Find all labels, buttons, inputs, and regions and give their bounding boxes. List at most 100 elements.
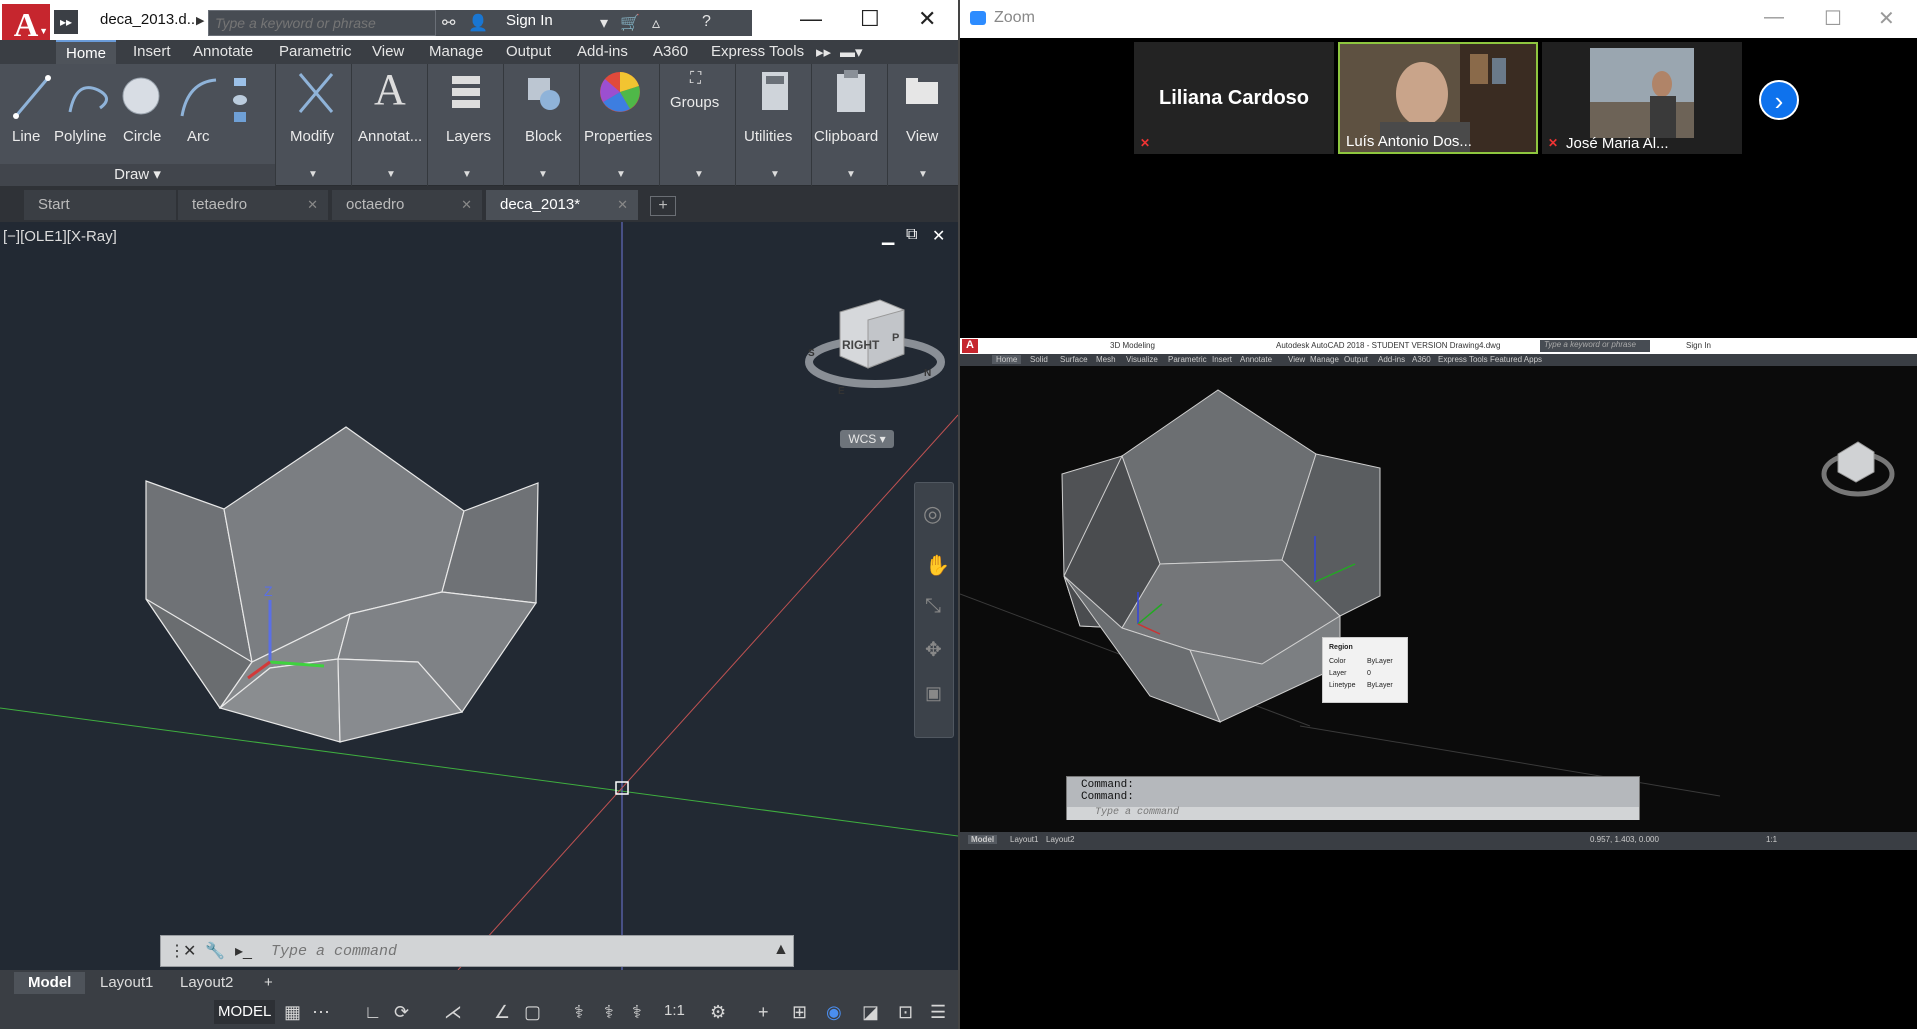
model-space-toggle[interactable]: MODEL xyxy=(214,1000,276,1024)
ortho-icon[interactable]: ∟ xyxy=(364,1002,382,1023)
close-tab-icon[interactable]: ✕ xyxy=(617,190,628,220)
minimize-icon[interactable]: — xyxy=(800,6,822,32)
sign-in-link[interactable]: Sign In xyxy=(506,12,553,29)
ribbon-overflow-icon[interactable]: ▸▸ xyxy=(816,43,831,61)
compass-south[interactable]: S xyxy=(808,348,815,359)
annotation-button[interactable]: Annotat... xyxy=(358,128,422,145)
annotation-panel[interactable]: A Annotat... ▼ xyxy=(352,64,428,186)
zoom-maximize-icon[interactable]: ☐ xyxy=(1824,6,1842,31)
clean-screen-icon[interactable]: ⊡ xyxy=(898,1002,913,1023)
tab-parametric[interactable]: Parametric xyxy=(279,43,352,60)
customize-wrench-icon[interactable]: 🔧 xyxy=(205,941,225,961)
file-tab-octaedro[interactable]: octaedro ✕ xyxy=(332,190,482,220)
compass-north[interactable]: N xyxy=(924,368,931,379)
shared-screen[interactable]: A 3D Modeling Autodesk AutoCAD 2018 - ST… xyxy=(960,338,1917,852)
quick-access-more-icon[interactable]: ▸▸ xyxy=(54,10,78,34)
polyline-button[interactable]: Polyline xyxy=(54,128,107,145)
tab-view[interactable]: View xyxy=(372,43,404,60)
search-input[interactable] xyxy=(209,11,435,35)
clipboard-panel[interactable]: Clipboard ▼ xyxy=(812,64,888,186)
drawing-viewport[interactable]: [−][OLE1][X-Ray] ▁ ⧉ ✕ Z RIGHT P S E N W… xyxy=(0,222,958,970)
command-input[interactable] xyxy=(271,939,671,963)
auto-scale-icon[interactable]: ⚕ xyxy=(604,1002,614,1023)
annotation-visibility-icon[interactable]: ⚕ xyxy=(574,1002,584,1023)
properties-button[interactable]: Properties xyxy=(584,128,652,145)
wcs-menu[interactable]: WCS ▾ xyxy=(840,430,894,448)
block-button[interactable]: Block xyxy=(525,128,562,145)
layout-tab-model[interactable]: Model xyxy=(14,972,86,994)
utilities-panel[interactable]: Utilities ▼ xyxy=(736,64,812,186)
layers-panel[interactable]: Layers ▼ xyxy=(428,64,504,186)
annotation-monitor-icon[interactable]: + xyxy=(758,1002,769,1023)
clipboard-dropdown-icon[interactable]: ▼ xyxy=(846,169,856,180)
modify-panel[interactable]: Modify ▼ xyxy=(276,64,352,186)
quick-properties-icon[interactable]: ◉ xyxy=(826,1002,842,1023)
zoom-minimize-icon[interactable]: — xyxy=(1764,6,1784,29)
groups-dropdown-icon[interactable]: ▼ xyxy=(694,169,704,180)
close-command-line-icon[interactable]: ✕ xyxy=(183,941,196,961)
steering-wheel-icon[interactable]: ◎ xyxy=(923,501,942,527)
layers-dropdown-icon[interactable]: ▼ xyxy=(462,169,472,180)
add-layout-icon[interactable]: + xyxy=(250,972,287,994)
new-tab-button[interactable]: + xyxy=(650,196,676,216)
signin-dropdown-icon[interactable]: ▾ xyxy=(600,13,608,33)
tab-a360[interactable]: A360 xyxy=(653,43,688,60)
layers-button[interactable]: Layers xyxy=(446,128,491,145)
modify-button[interactable]: Modify xyxy=(290,128,334,145)
groups-panel[interactable]: ⛶ Groups ▼ xyxy=(660,64,736,186)
circle-button[interactable]: Circle xyxy=(123,128,161,145)
command-prompt-icon[interactable]: ▸_ xyxy=(235,941,252,961)
isolate-objects-icon[interactable]: ◪ xyxy=(862,1002,879,1023)
draw-panel-label[interactable]: Draw ▾ xyxy=(0,164,275,186)
binoculars-icon[interactable]: ⚯ xyxy=(442,13,455,33)
maximize-icon[interactable]: ☐ xyxy=(860,6,880,32)
tab-annotate[interactable]: Annotate xyxy=(193,43,253,60)
properties-panel[interactable]: Properties ▼ xyxy=(580,64,660,186)
autodesk-a360-icon[interactable]: ▵ xyxy=(652,13,660,33)
ribbon-toggle-icon[interactable]: ▬▾ xyxy=(840,43,863,61)
workspace-gear-icon[interactable]: ⚙ xyxy=(710,1002,726,1023)
next-participants-button[interactable]: › xyxy=(1759,80,1799,120)
compass-east[interactable]: E xyxy=(838,386,845,397)
line-button[interactable]: Line xyxy=(12,128,40,145)
showmotion-icon[interactable]: ▣ xyxy=(925,683,942,704)
tab-manage[interactable]: Manage xyxy=(429,43,483,60)
view-dropdown-icon[interactable]: ▼ xyxy=(918,169,928,180)
close-tab-icon[interactable]: ✕ xyxy=(461,190,472,220)
view-button[interactable]: View xyxy=(906,128,938,145)
tab-output[interactable]: Output xyxy=(506,43,551,60)
command-history-icon[interactable]: ▲ xyxy=(773,941,789,959)
arc-button[interactable]: Arc xyxy=(187,128,210,145)
viewcube-side-label[interactable]: P xyxy=(892,332,899,344)
user-icon[interactable]: 👤 xyxy=(468,13,488,33)
cart-icon[interactable]: 🛒 xyxy=(620,13,640,33)
close-tab-icon[interactable]: ✕ xyxy=(307,190,318,220)
help-icon[interactable]: ? xyxy=(702,13,711,31)
participant-tile[interactable]: ✕ José Maria Al... xyxy=(1542,42,1742,154)
block-dropdown-icon[interactable]: ▼ xyxy=(538,169,548,180)
annotation-dropdown-icon[interactable]: ▼ xyxy=(386,169,396,180)
file-tab-tetaedro[interactable]: tetaedro ✕ xyxy=(178,190,328,220)
file-tab-start[interactable]: Start xyxy=(24,190,176,220)
scale-selector[interactable]: 1:1 xyxy=(664,1002,685,1019)
isodraft-icon[interactable]: ⋌ xyxy=(444,1002,462,1023)
zoom-extents-icon[interactable]: ⤡ xyxy=(925,595,941,618)
utilities-button[interactable]: Utilities xyxy=(744,128,792,145)
tab-home[interactable]: Home xyxy=(56,40,117,64)
customization-menu-icon[interactable]: ☰ xyxy=(930,1002,946,1023)
snap-icon[interactable]: ⋯ xyxy=(312,1002,330,1023)
tab-insert[interactable]: Insert xyxy=(133,43,171,60)
zoom-close-icon[interactable]: ✕ xyxy=(1878,6,1895,31)
tab-add-ins[interactable]: Add-ins xyxy=(577,43,628,60)
groups-button[interactable]: Groups xyxy=(670,94,719,111)
utilities-dropdown-icon[interactable]: ▼ xyxy=(770,169,780,180)
file-tab-deca[interactable]: deca_2013* ✕ xyxy=(486,190,638,220)
layout-tab-layout1[interactable]: Layout1 xyxy=(86,972,167,994)
clipboard-button[interactable]: Clipboard xyxy=(814,128,878,145)
modify-dropdown-icon[interactable]: ▼ xyxy=(308,169,318,180)
object-snap-icon[interactable]: ▢ xyxy=(524,1002,541,1023)
orbit-icon[interactable]: ✥ xyxy=(925,637,942,662)
tab-express-tools[interactable]: Express Tools xyxy=(711,43,804,60)
viewcube-face-label[interactable]: RIGHT xyxy=(842,338,879,352)
close-icon[interactable]: ✕ xyxy=(918,6,936,32)
